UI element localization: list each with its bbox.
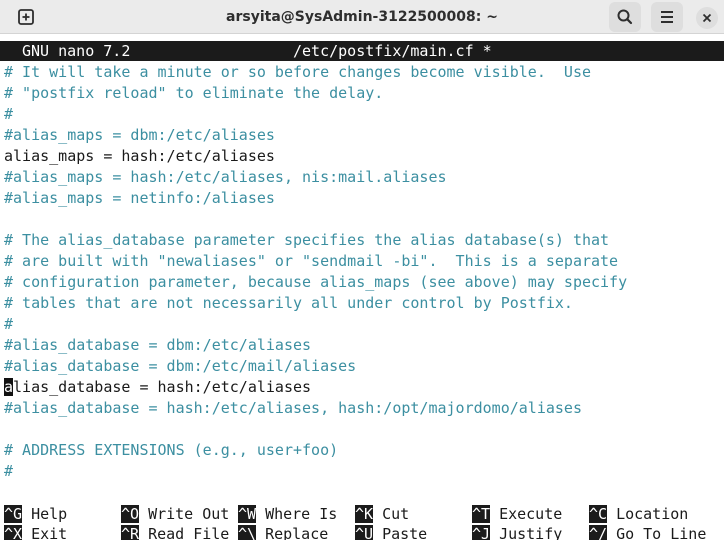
shortcut-label: Go To Line — [616, 525, 707, 540]
editor-line[interactable]: # tables that are not necessarily all un… — [4, 293, 573, 314]
close-icon — [702, 13, 712, 23]
shortcut-help[interactable]: ^G Help — [4, 504, 67, 524]
shortcut-key: ^T — [472, 505, 491, 523]
shortcut-cut[interactable]: ^K Cut — [355, 504, 409, 524]
shortcut-read-file[interactable]: ^R Read File — [121, 524, 229, 540]
cursor-line-text: lias_database = hash:/etc/aliases — [13, 378, 312, 396]
shortcut-label: Justify — [499, 525, 563, 540]
shortcut-exit[interactable]: ^X Exit — [4, 524, 67, 540]
shortcut-key: ^R — [121, 525, 140, 540]
shortcut-label: Write Out — [148, 505, 230, 523]
shortcut-key: ^J — [472, 525, 491, 540]
shortcut-execute[interactable]: ^T Execute — [472, 504, 562, 524]
shortcut-key: ^G — [4, 505, 23, 523]
shortcut-paste[interactable]: ^U Paste — [355, 524, 427, 540]
shortcut-key: ^K — [355, 505, 374, 523]
shortcut-label: Location — [616, 505, 689, 523]
editor-line[interactable]: # — [4, 104, 13, 125]
shortcut-label: Help — [31, 505, 68, 523]
shortcut-label: Read File — [148, 525, 230, 540]
editor-line[interactable]: # ADDRESS EXTENSIONS (e.g., user+foo) — [4, 440, 338, 461]
shortcut-key: ^W — [238, 505, 257, 523]
search-button[interactable] — [609, 2, 641, 32]
shortcut-key: ^X — [4, 525, 23, 540]
editor-line[interactable]: # are built with "newaliases" or "sendma… — [4, 251, 618, 272]
editor-line[interactable]: # configuration parameter, because alias… — [4, 272, 627, 293]
hamburger-menu-icon — [661, 11, 673, 23]
shortcut-go-to-line[interactable]: ^/ Go To Line — [589, 524, 706, 540]
search-icon — [617, 9, 633, 25]
shortcut-label: Execute — [499, 505, 563, 523]
terminal-area[interactable]: GNU nano 7.2 /etc/postfix/main.cf * # It… — [0, 35, 724, 540]
close-button[interactable] — [696, 7, 718, 29]
editor-line[interactable]: #alias_database = dbm:/etc/mail/aliases — [4, 356, 356, 377]
nano-filename: /etc/postfix/main.cf * — [293, 42, 492, 60]
shortcut-justify[interactable]: ^J Justify — [472, 524, 562, 540]
nano-header-bar: GNU nano 7.2 /etc/postfix/main.cf * — [0, 41, 724, 61]
editor-line[interactable]: # The alias_database parameter specifies… — [4, 230, 609, 251]
shortcut-replace[interactable]: ^\ Replace — [238, 524, 328, 540]
shortcut-label: Exit — [31, 525, 68, 540]
shortcut-write-out[interactable]: ^O Write Out — [121, 504, 229, 524]
menu-button[interactable] — [651, 2, 683, 32]
editor-line[interactable]: #alias_maps = netinfo:/aliases — [4, 188, 275, 209]
shortcut-location[interactable]: ^C Location — [589, 504, 688, 524]
editor-line-cursor[interactable]: alias_database = hash:/etc/aliases — [4, 377, 311, 398]
editor-line[interactable]: #alias_maps = dbm:/etc/aliases — [4, 125, 275, 146]
shortcut-label: Cut — [382, 505, 410, 523]
shortcut-key: ^O — [121, 505, 140, 523]
text-cursor: a — [4, 378, 14, 396]
window-titlebar: arsyita@SysAdmin-3122500008: ~ — [0, 0, 724, 34]
shortcut-where-is[interactable]: ^W Where Is — [238, 504, 337, 524]
shortcut-label: Replace — [265, 525, 329, 540]
editor-line[interactable]: # "postfix reload" to eliminate the dela… — [4, 83, 383, 104]
shortcut-label: Where Is — [265, 505, 338, 523]
nano-version: GNU nano 7.2 — [22, 42, 131, 60]
editor-line[interactable]: #alias_database = hash:/etc/aliases, has… — [4, 398, 582, 419]
editor-line[interactable]: # It will take a minute or so before cha… — [4, 62, 591, 83]
shortcut-key: ^U — [355, 525, 374, 540]
editor-line[interactable]: # — [4, 314, 13, 335]
editor-line[interactable]: #alias_database = dbm:/etc/aliases — [4, 335, 311, 356]
editor-line[interactable]: alias_maps = hash:/etc/aliases — [4, 146, 275, 167]
shortcut-key: ^/ — [589, 525, 608, 540]
editor-line[interactable]: # — [4, 461, 13, 482]
shortcut-label: Paste — [382, 525, 428, 540]
editor-line[interactable]: #alias_maps = hash:/etc/aliases, nis:mai… — [4, 167, 447, 188]
nano-shortcut-bar: ^G Help ^O Write Out ^W Where Is ^K Cut ^T Ex… — [0, 502, 724, 540]
shortcut-key: ^\ — [238, 525, 257, 540]
shortcut-key: ^C — [589, 505, 608, 523]
